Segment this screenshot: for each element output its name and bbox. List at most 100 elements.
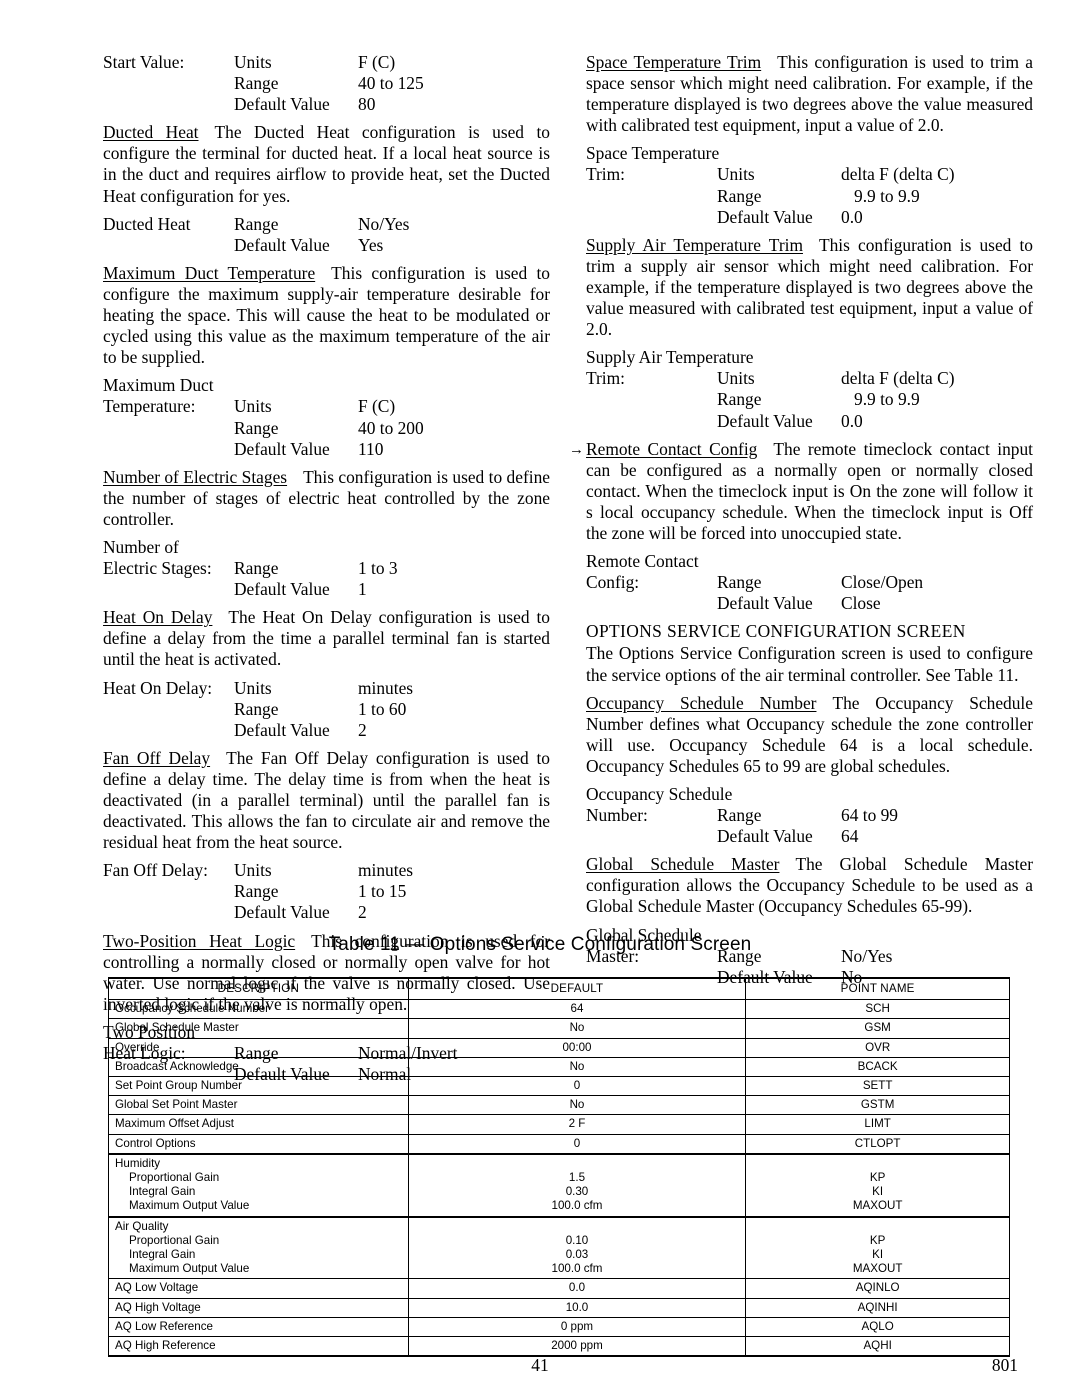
cell-description: Humidity Proportional Gain Integral Gain Ma…: [108, 1152, 409, 1218]
spec-row: Range 9.9 to 9.9: [586, 389, 1033, 410]
cell-point-name: BCACK: [745, 1056, 1010, 1078]
spec-key: Range: [234, 558, 279, 579]
column-header-description: DESCRIPTION: [108, 977, 409, 1001]
table-row: Global Set Point Master No GSTM: [108, 1095, 1010, 1116]
spec-title: Maximum Duct: [103, 375, 214, 396]
spec-value: delta F (delta C): [841, 368, 955, 389]
spec-value: 1 to 15: [358, 881, 407, 902]
spec-title: Occupancy Schedule: [586, 784, 733, 804]
spec-key: Units: [234, 396, 272, 417]
parameter-spec-block: Number of Electric Stages: Range 1 to 3 Defa…: [103, 537, 550, 600]
group-spacer: [409, 1220, 746, 1234]
cell-description: Control Options: [108, 1133, 409, 1155]
sub-row-description: Maximum Output Value: [129, 1262, 250, 1276]
spec-row: Default Value 110: [103, 439, 550, 460]
parameter-term: Heat On Delay: [103, 607, 213, 628]
spec-value: 2: [358, 719, 367, 740]
cell-default: 0: [407, 1133, 747, 1155]
cell-point-name: GSM: [745, 1018, 1010, 1039]
spec-value: 0.0: [841, 206, 863, 227]
spec-key: Range: [234, 73, 279, 94]
cell-point-name: CTLOPT: [745, 1133, 1010, 1155]
sub-row-point-name: KI: [872, 1185, 884, 1199]
spec-row: Fan Off Delay: Units minutes: [103, 860, 550, 881]
cell-point-name: KP KI MAXOUT: [745, 1215, 1010, 1280]
cell-point-name: AQINLO: [745, 1278, 1010, 1299]
cell-description: AQ Low Reference: [108, 1316, 409, 1338]
column-header-point-name: POINT NAME: [745, 977, 1010, 1001]
spec-row: Default Value 80: [103, 94, 550, 115]
spec-row: Start Value: Units F (C): [103, 52, 550, 73]
spec-value: 110: [358, 438, 384, 459]
spec-value: 1 to 3: [358, 558, 398, 579]
spec-value: 9.9 to 9.9: [854, 389, 920, 410]
page-number: 41: [531, 1355, 549, 1375]
table-row: AQ High Reference 2000 ppm AQHI: [108, 1336, 1010, 1358]
table-row: Occupancy Schedule Number 64 SCH: [108, 999, 1010, 1020]
spec-row: Default Value 2: [103, 720, 550, 741]
sub-row-default: 1.5: [568, 1171, 586, 1185]
parameter-term: Number of Electric Stages: [103, 466, 288, 487]
cell-point-name: AQHI: [745, 1336, 1010, 1358]
options-service-configuration-table: DESCRIPTION DEFAULT POINT NAME Occupancy…: [108, 977, 1010, 1358]
spec-row: Temperature: Units F (C): [103, 396, 550, 417]
cell-point-name: AQINHI: [745, 1297, 1010, 1318]
spec-title: Supply Air Temperature: [586, 347, 754, 368]
table-row: Set Point Group Number 0 SETT: [108, 1076, 1010, 1097]
parameter-term: Space Temperature Trim: [586, 52, 762, 72]
spec-row: Default Value 0.0: [586, 411, 1033, 432]
table-row: Humidity Proportional Gain Integral Gain Ma…: [108, 1152, 1010, 1218]
cell-description: Global Set Point Master: [108, 1095, 409, 1116]
group-spacer: [409, 1157, 746, 1171]
spec-value: No/Yes: [358, 213, 410, 234]
spec-key: Range: [717, 805, 762, 826]
table-caption: Table 11 — Options Service Configuration…: [328, 934, 752, 955]
cell-default: No: [407, 1095, 747, 1116]
table-row: AQ Low Reference 0 ppm AQLO: [108, 1316, 1010, 1338]
spec-value: 1: [358, 579, 367, 600]
spec-label: Number:: [586, 805, 648, 826]
definition-paragraph: Supply Air Temperature Trim This configur…: [586, 235, 1033, 340]
definition-paragraph: Occupancy Schedule Number The Occupancy S…: [586, 693, 1033, 777]
parameter-term: Maximum Duct Temperature: [103, 262, 316, 283]
definition-paragraph: Number of Electric Stages This configurat…: [103, 467, 550, 530]
sub-row-description: Proportional Gain: [129, 1233, 220, 1247]
spec-value: 40 to 200: [358, 417, 424, 438]
definition-paragraph: Space Temperature Trim This configuration…: [586, 52, 1033, 136]
cell-description: Maximum Offset Adjust: [108, 1114, 409, 1135]
cell-default: 64: [407, 999, 747, 1020]
spec-row: Range 1 to 15: [103, 881, 550, 902]
sub-row-point-name: MAXOUT: [852, 1199, 903, 1213]
spec-value: Yes: [358, 234, 384, 255]
spec-value: delta F (delta C): [841, 164, 955, 185]
spec-key: Default Value: [717, 206, 813, 227]
spec-value: 0.0: [841, 410, 863, 431]
section-heading: OPTIONS SERVICE CONFIGURATION SCREEN: [586, 621, 966, 642]
cell-default: 2 F: [407, 1114, 747, 1135]
spec-value: 9.9 to 9.9: [854, 185, 920, 206]
spec-key: Default Value: [717, 410, 813, 431]
spec-row: Trim: Units delta F (delta C): [586, 368, 1033, 389]
sub-row-description: Integral Gain: [129, 1185, 196, 1199]
spec-value: Close: [841, 593, 881, 614]
document-number: 801: [991, 1355, 1018, 1375]
cell-default: 1.5 0.30 100.0 cfm: [407, 1152, 747, 1218]
spec-row: Range 40 to 125: [103, 73, 550, 94]
spec-key: Default Value: [717, 593, 813, 614]
page-footer: 41 801: [0, 1355, 1080, 1379]
spec-value: F (C): [358, 396, 396, 417]
definition-paragraph: Global Schedule Master The Global Schedul…: [586, 854, 1033, 917]
body-paragraph: The Options Service Configuration screen…: [586, 643, 1033, 685]
table-row: AQ Low Voltage 0.0 AQINLO: [108, 1278, 1010, 1299]
definition-paragraph: Ducted Heat The Ducted Heat configuration…: [103, 122, 550, 206]
spec-row: Electric Stages: Range 1 to 3: [103, 558, 550, 579]
sub-row-point-name: KI: [872, 1248, 884, 1262]
spec-row: Range 40 to 200: [103, 418, 550, 439]
spec-key: Units: [717, 368, 755, 389]
sub-row-point-name: MAXOUT: [852, 1262, 903, 1276]
spec-key: Units: [234, 52, 272, 72]
row-group-label: Air Quality: [115, 1219, 169, 1233]
spec-value: 1 to 60: [358, 698, 407, 719]
spec-key: Default Value: [234, 438, 330, 459]
group-spacer: [746, 1157, 1009, 1171]
